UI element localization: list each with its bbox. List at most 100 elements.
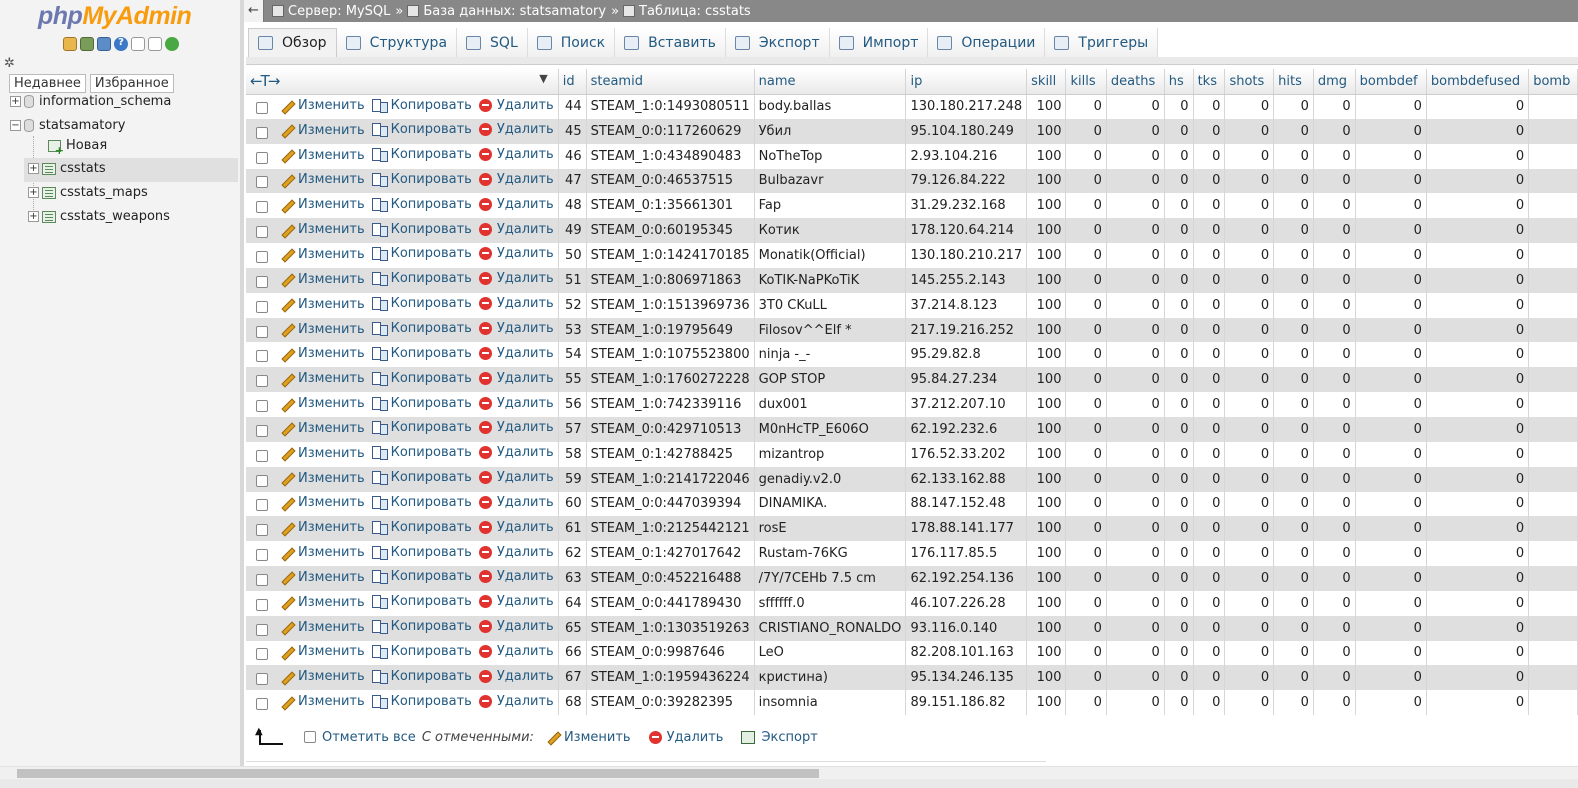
cell-hs[interactable]: 0 [1164, 317, 1194, 343]
settings-icon[interactable] [148, 37, 162, 51]
cell-ip[interactable]: 145.255.2.143 [905, 267, 1028, 293]
cell-skill[interactable]: 100 [1026, 118, 1067, 144]
copy-row-button[interactable]: Копировать [371, 520, 472, 535]
delete-row-button[interactable]: Удалить [478, 172, 554, 187]
collapse-nav-icon[interactable]: ← [244, 0, 264, 22]
column-resize-header[interactable]: ←T→ ▼ [246, 69, 559, 95]
edit-row-button[interactable]: Изменить [280, 620, 365, 635]
delete-row-button[interactable]: Удалить [478, 122, 554, 137]
cell-hs[interactable]: 0 [1164, 267, 1194, 293]
cell-bomb[interactable] [1528, 690, 1578, 716]
tree-table-label[interactable]: csstats_weapons [60, 209, 170, 224]
cell-hits[interactable]: 0 [1273, 416, 1314, 442]
row-checkbox[interactable] [256, 201, 268, 214]
cell-hs[interactable]: 0 [1164, 416, 1194, 442]
edit-row-button[interactable]: Изменить [280, 322, 365, 337]
cell-hits[interactable]: 0 [1273, 168, 1314, 194]
cell-hs[interactable]: 0 [1164, 665, 1194, 691]
cell-dmg[interactable]: 0 [1313, 516, 1356, 542]
copy-row-button[interactable]: Копировать [371, 321, 472, 337]
cell-bombdefused[interactable]: 0 [1426, 267, 1530, 293]
cell-ip[interactable]: 95.84.27.234 [905, 367, 1028, 393]
cell-shots[interactable]: 0 [1224, 94, 1275, 119]
cell-skill[interactable]: 100 [1026, 441, 1067, 467]
cell-shots[interactable]: 0 [1224, 118, 1275, 144]
tree-table-csstats[interactable]: + csstats [28, 161, 106, 176]
cell-deaths[interactable]: 0 [1106, 218, 1165, 244]
cell-ip[interactable]: 37.212.207.10 [905, 392, 1028, 417]
cell-bomb[interactable] [1528, 292, 1578, 318]
cell-shots[interactable]: 0 [1224, 342, 1275, 368]
cell-ip[interactable]: 130.180.217.248 [905, 94, 1028, 119]
cell-ip[interactable]: 82.208.101.163 [905, 640, 1028, 666]
cell-skill[interactable]: 100 [1026, 168, 1067, 194]
cell-ip[interactable]: 176.52.33.202 [905, 441, 1028, 467]
cell-tks[interactable]: 0 [1193, 416, 1226, 442]
bulk-export-button[interactable]: Экспорт [741, 730, 818, 745]
cell-bomb[interactable] [1528, 615, 1578, 641]
cell-bombdefused[interactable]: 0 [1426, 665, 1530, 691]
edit-row-button[interactable]: Изменить [280, 297, 365, 312]
cell-dmg[interactable]: 0 [1313, 292, 1356, 318]
cell-bombdef[interactable]: 0 [1355, 94, 1427, 119]
cell-steamid[interactable]: STEAM_0:1:42788425 [586, 441, 755, 467]
delete-row-button[interactable]: Удалить [478, 619, 554, 634]
horizontal-scrollbar[interactable] [0, 766, 1578, 779]
cell-name[interactable]: mizantrop [754, 441, 907, 467]
cell-dmg[interactable]: 0 [1313, 267, 1356, 293]
cell-dmg[interactable]: 0 [1313, 392, 1356, 417]
tab-browse[interactable]: Обзор [248, 28, 337, 57]
edit-row-button[interactable]: Изменить [280, 669, 365, 684]
cell-bombdefused[interactable]: 0 [1426, 367, 1530, 393]
expand-icon[interactable]: + [28, 211, 39, 222]
cell-bomb[interactable] [1528, 243, 1578, 268]
cell-steamid[interactable]: STEAM_0:1:427017642 [586, 541, 755, 567]
cell-bombdefused[interactable]: 0 [1426, 193, 1530, 219]
cell-kills[interactable]: 0 [1065, 193, 1107, 219]
cell-name[interactable]: /7Y/7CEHb 7.5 cm [754, 566, 907, 591]
cell-hs[interactable]: 0 [1164, 218, 1194, 244]
delete-row-button[interactable]: Удалить [478, 644, 554, 659]
tab-search[interactable]: Поиск [527, 28, 616, 57]
cell-dmg[interactable]: 0 [1313, 243, 1356, 268]
cell-name[interactable]: insomnia [754, 690, 907, 716]
cell-hits[interactable]: 0 [1273, 193, 1314, 219]
cell-deaths[interactable]: 0 [1106, 640, 1165, 666]
tree-new-table[interactable]: Новая [48, 138, 107, 157]
cell-hits[interactable]: 0 [1273, 516, 1314, 542]
cell-bombdefused[interactable]: 0 [1426, 342, 1530, 368]
cell-hs[interactable]: 0 [1164, 168, 1194, 194]
delete-row-button[interactable]: Удалить [478, 445, 554, 460]
cell-name[interactable]: LeO [754, 640, 907, 666]
edit-row-button[interactable]: Изменить [280, 396, 365, 411]
expand-icon[interactable]: + [28, 163, 39, 174]
cell-shots[interactable]: 0 [1224, 590, 1275, 616]
cell-bombdef[interactable]: 0 [1355, 367, 1427, 393]
cell-bombdef[interactable]: 0 [1355, 416, 1427, 442]
cell-deaths[interactable]: 0 [1106, 267, 1165, 293]
cell-id[interactable]: 51 [558, 267, 587, 293]
cell-bombdef[interactable]: 0 [1355, 541, 1427, 567]
cell-hs[interactable]: 0 [1164, 590, 1194, 616]
cell-bombdefused[interactable]: 0 [1426, 615, 1530, 641]
cell-bombdef[interactable]: 0 [1355, 466, 1427, 492]
cell-ip[interactable]: 89.151.186.82 [905, 690, 1028, 716]
cell-name[interactable]: Убил [754, 118, 907, 144]
cell-hs[interactable]: 0 [1164, 640, 1194, 666]
cell-id[interactable]: 68 [558, 690, 587, 716]
tree-db-information-schema[interactable]: + information_schema [10, 94, 171, 109]
cell-kills[interactable]: 0 [1065, 392, 1107, 417]
delete-row-button[interactable]: Удалить [478, 321, 554, 336]
cell-bomb[interactable] [1528, 118, 1578, 144]
cell-bombdefused[interactable]: 0 [1426, 243, 1530, 268]
delete-row-button[interactable]: Удалить [478, 271, 554, 286]
cell-tks[interactable]: 0 [1193, 267, 1226, 293]
cell-steamid[interactable]: STEAM_1:0:1424170185 [586, 243, 755, 268]
cell-id[interactable]: 45 [558, 118, 587, 144]
tab-insert[interactable]: Вставить [615, 28, 726, 57]
copy-row-button[interactable]: Копировать [371, 246, 472, 262]
cell-tks[interactable]: 0 [1193, 590, 1226, 616]
cell-shots[interactable]: 0 [1224, 466, 1275, 492]
cell-tks[interactable]: 0 [1193, 94, 1226, 119]
cell-skill[interactable]: 100 [1026, 317, 1067, 343]
